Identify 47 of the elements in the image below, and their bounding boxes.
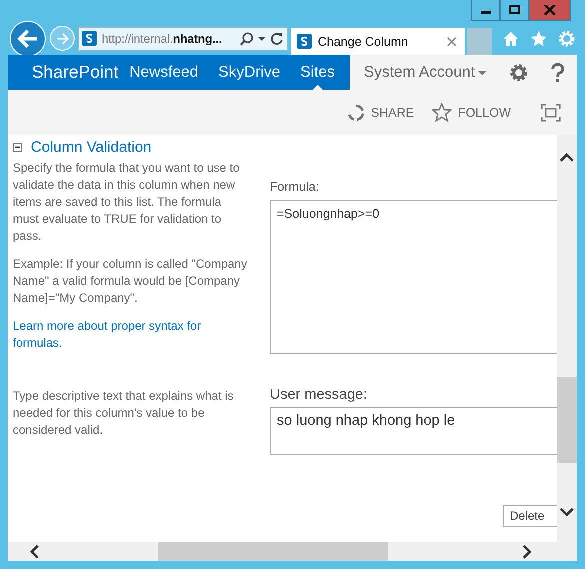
- formula-field[interactable]: =Soluongnhap>=0: [270, 200, 557, 354]
- vertical-scrollbar[interactable]: [557, 135, 577, 542]
- field-label: User message:: [270, 387, 369, 403]
- account-menu[interactable]: System Account: [364, 64, 488, 82]
- close-button[interactable]: [529, 0, 571, 21]
- minimize-button[interactable]: [471, 0, 500, 21]
- close-icon: [544, 5, 556, 15]
- delete-button[interactable]: Delete: [503, 505, 557, 527]
- scroll-left-icon[interactable]: [30, 544, 40, 558]
- share-icon: [347, 104, 366, 122]
- horizontal-scrollbar[interactable]: [8, 542, 577, 561]
- scroll-down-icon[interactable]: [560, 507, 574, 517]
- scrollbar-thumb[interactable]: [158, 542, 388, 561]
- nav-link[interactable]: Sites: [300, 55, 336, 90]
- scrollbar-thumb[interactable]: [557, 377, 577, 463]
- scroll-right-icon[interactable]: [522, 544, 532, 558]
- description-text: Specify the formula that you want to use to validate the data in this column when new items are saved to this list. The formula must evaluate to TRUE for validation to pass.: [13, 160, 241, 245]
- back-arrow-icon: [17, 28, 39, 48]
- refresh-icon[interactable]: [270, 32, 284, 46]
- field-label: Formula:: [270, 180, 320, 194]
- help-link[interactable]: Learn more about proper syntax for formulas.: [13, 318, 250, 352]
- nav-link[interactable]: SkyDrive: [218, 55, 281, 90]
- nav-link[interactable]: Newsfeed: [130, 55, 199, 90]
- search-icon[interactable]: [240, 32, 254, 46]
- browser-tab[interactable]: Change Column: [291, 28, 465, 55]
- share-button[interactable]: SHARE: [347, 104, 414, 122]
- close-tab-icon[interactable]: [447, 36, 457, 46]
- user-message-field[interactable]: so luong nhap khong hop le: [270, 407, 557, 455]
- focus-mode-icon[interactable]: [541, 104, 561, 122]
- star-icon[interactable]: [530, 30, 548, 48]
- scroll-up-icon[interactable]: [560, 153, 574, 163]
- section-title: Column Validation: [31, 138, 152, 156]
- url-text: http://internal.nhatng...: [102, 32, 224, 46]
- star-icon: [432, 103, 452, 122]
- description-text: Type descriptive text that explains what is needed for this column's value to be considered valid.: [13, 388, 235, 439]
- back-button[interactable]: [10, 20, 46, 56]
- maximize-button[interactable]: [500, 0, 529, 21]
- settings-icon[interactable]: [509, 62, 530, 82]
- brand-link[interactable]: SharePoint: [32, 62, 119, 83]
- address-bar[interactable]: http://internal.nhatng...: [78, 26, 288, 50]
- example-text: Example: If your column is called "Company Name" a valid formula would be [Company Name]="My Company".: [13, 256, 248, 307]
- follow-button[interactable]: FOLLOW: [432, 103, 511, 122]
- collapse-icon[interactable]: [13, 142, 22, 152]
- forward-arrow-icon: [56, 32, 70, 44]
- help-icon[interactable]: [551, 62, 566, 82]
- maximize-icon: [508, 5, 520, 15]
- caret-icon: [478, 70, 488, 76]
